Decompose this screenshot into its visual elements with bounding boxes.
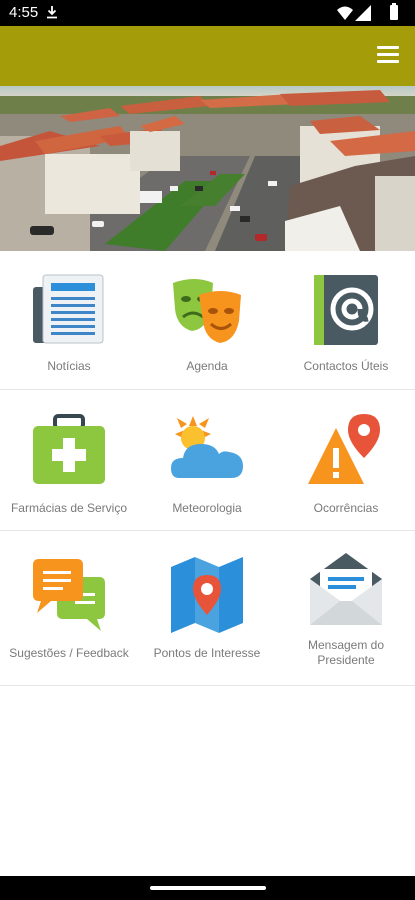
chat-bubbles-icon [33,559,105,631]
tile-label: Pontos de Interesse [153,646,261,660]
menu-row: Farmácias de Serviço Meteorologia Ocorrê… [0,390,415,531]
status-time: 4:55 [9,4,39,21]
tile-farmacias[interactable]: Farmácias de Serviço [0,390,138,530]
tile-mensagem[interactable]: Mensagem do Presidente [277,531,415,685]
tile-label: Notícias [47,359,91,373]
tile-label: Ocorrências [313,501,379,515]
app-bar [0,26,415,86]
battery-icon [390,3,398,20]
tile-pontos[interactable]: Pontos de Interesse [138,531,276,685]
tile-noticias[interactable]: Notícias [0,251,138,389]
download-icon [47,6,57,19]
town-photo [0,86,415,251]
tile-label: Meteorologia [172,501,242,515]
tile-label: Agenda [186,359,228,373]
map-pin-icon [171,557,243,633]
envelope-icon [310,553,382,625]
tile-agenda[interactable]: Agenda [138,251,276,389]
tile-ocorrencias[interactable]: Ocorrências [277,390,415,530]
hero-image [0,86,415,251]
tile-label: Mensagem do Presidente [307,638,385,667]
tile-meteorologia[interactable]: Meteorologia [138,390,276,530]
home-handle[interactable] [150,886,266,890]
status-bar: 4:55 [0,0,415,26]
tile-label: Farmácias de Serviço [10,501,128,515]
newspaper-icon [33,274,104,344]
tile-label: Contactos Úteis [303,359,389,373]
menu-row: Notícias Agenda Contactos Úteis [0,251,415,390]
tile-label: Sugestões / Feedback [9,646,129,660]
menu-icon[interactable] [377,46,399,64]
signal-icon [355,5,371,21]
menu-row: Sugestões / Feedback Pontos de Interesse [0,531,415,686]
navigation-bar [0,876,415,900]
weather-icon [171,416,243,478]
contacts-book-icon [314,275,378,345]
tile-contactos[interactable]: Contactos Úteis [277,251,415,389]
wifi-icon [337,6,353,20]
warning-location-icon [308,414,380,484]
first-aid-kit-icon [33,414,105,484]
theater-masks-icon [173,279,241,343]
tile-sugestoes[interactable]: Sugestões / Feedback [0,531,138,685]
